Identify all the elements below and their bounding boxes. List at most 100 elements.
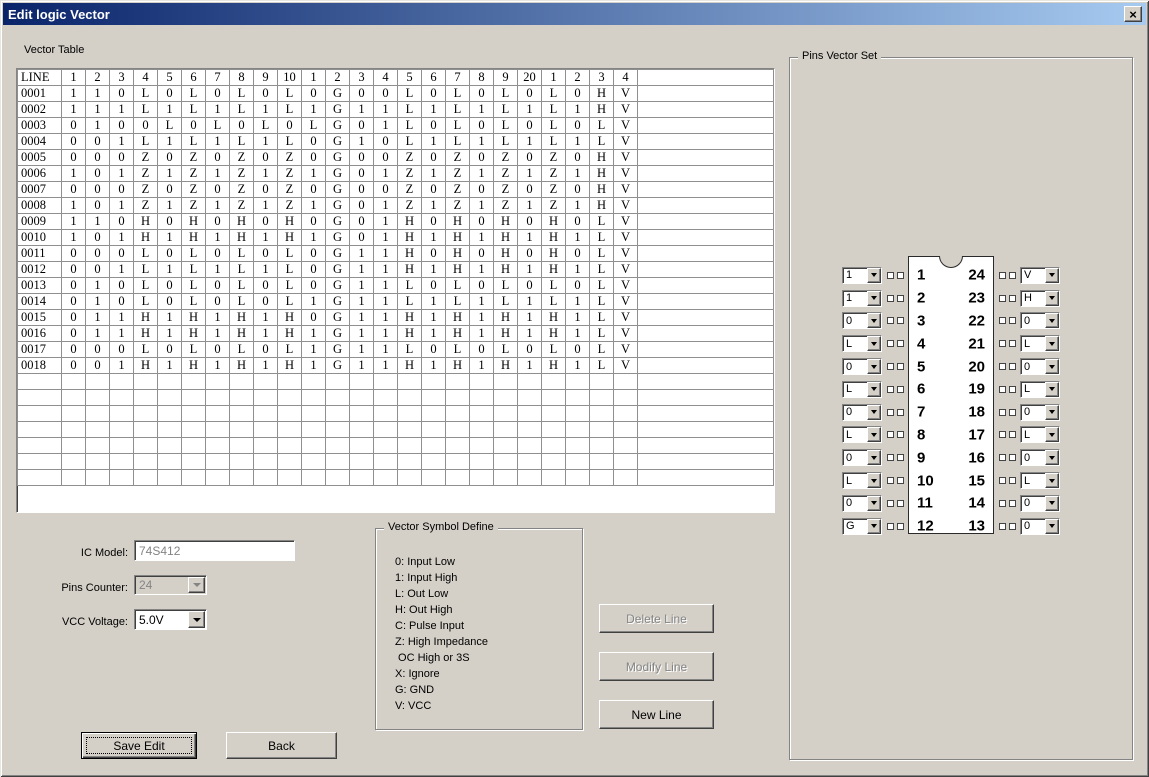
pin-7-vector-select[interactable]: 0 (842, 404, 882, 421)
vector-row[interactable]: 0006101Z1Z1Z1Z1G01Z1Z1Z1Z1HV (18, 166, 774, 182)
vector-cell: 0 (254, 342, 278, 358)
vector-row[interactable]: 0008101Z1Z1Z1Z1G01Z1Z1Z1Z1HV (18, 198, 774, 214)
vector-row[interactable]: 0009110H0H0H0H0G01H0H0H0H0LV (18, 214, 774, 230)
chevron-down-icon[interactable] (1045, 473, 1059, 488)
save-edit-button[interactable]: Save Edit (81, 732, 197, 759)
chevron-down-icon[interactable] (1045, 313, 1059, 328)
pin-13-vector-value: 0 (1021, 519, 1045, 534)
close-button[interactable]: × (1124, 6, 1142, 22)
chevron-down-icon[interactable] (1045, 427, 1059, 442)
blank-cell (158, 390, 182, 406)
symbol-define-line: 1: Input High (395, 570, 488, 586)
line-number-cell: 0013 (18, 278, 62, 294)
vector-row[interactable]: 0014010L0L0L0L1G11L1L1L1L1LV (18, 294, 774, 310)
chevron-down-icon[interactable] (867, 359, 881, 374)
chevron-down-icon[interactable] (867, 405, 881, 420)
chevron-down-icon[interactable] (1045, 382, 1059, 397)
blank-cell (398, 422, 422, 438)
pin-2-vector-select[interactable]: 1 (842, 290, 882, 307)
vector-row[interactable]: 0017000L0L0L0L1G11L0L0L0L0LV (18, 342, 774, 358)
chevron-down-icon[interactable] (867, 313, 881, 328)
vector-row[interactable]: 0010101H1H1H1H1G01H1H1H1H1LV (18, 230, 774, 246)
pin-4-vector-select[interactable]: L (842, 335, 882, 352)
blank-cell (398, 470, 422, 486)
vector-cell: H (494, 326, 518, 342)
vector-row[interactable]: 0007000Z0Z0Z0Z0G00Z0Z0Z0Z0HV (18, 182, 774, 198)
pin-16-vector-select[interactable]: 0 (1020, 449, 1060, 466)
chevron-down-icon[interactable] (867, 382, 881, 397)
chevron-down-icon[interactable] (867, 496, 881, 511)
blank-cell (62, 470, 86, 486)
vector-row[interactable]: 0015011H1H1H1H0G11H1H1H1H1LV (18, 310, 774, 326)
pin-3-vector-select[interactable]: 0 (842, 312, 882, 329)
pin-1-vector-select[interactable]: 1 (842, 267, 882, 284)
pin-connector-pad (1009, 340, 1016, 347)
pin-19-vector-select[interactable]: L (1020, 381, 1060, 398)
vector-cell: 0 (206, 278, 230, 294)
vector-row[interactable]: 0004001L1L1L1L0G10L1L1L1L1LV (18, 134, 774, 150)
vector-row[interactable]: 0002111L1L1L1L1G11L1L1L1L1HV (18, 102, 774, 118)
chevron-down-icon[interactable] (867, 450, 881, 465)
chevron-down-icon[interactable] (1045, 359, 1059, 374)
chevron-down-icon[interactable] (188, 611, 205, 628)
pin-17-vector-select[interactable]: L (1020, 426, 1060, 443)
vector-row[interactable]: 00030100L0L0L0LG01L0L0L0L0LV (18, 118, 774, 134)
vector-cell: 0 (86, 230, 110, 246)
chevron-down-icon[interactable] (1045, 336, 1059, 351)
vector-row[interactable]: 0011000L0L0L0L0G11H0H0H0H0LV (18, 246, 774, 262)
vcc-voltage-select[interactable]: 5.0V (134, 609, 207, 630)
vector-row[interactable]: 0016011H1H1H1H1G11H1H1H1H1LV (18, 326, 774, 342)
chevron-down-icon[interactable] (1045, 496, 1059, 511)
vector-cell: H (398, 262, 422, 278)
pin-14-vector-select[interactable]: 0 (1020, 495, 1060, 512)
vector-cell: Z (230, 198, 254, 214)
chevron-down-icon[interactable] (1045, 268, 1059, 283)
vector-cell: 0 (62, 262, 86, 278)
blank-cell (614, 438, 638, 454)
vector-cell: L (494, 278, 518, 294)
back-button[interactable]: Back (226, 732, 337, 759)
pin-22-vector-select[interactable]: 0 (1020, 312, 1060, 329)
chevron-down-icon[interactable] (1045, 291, 1059, 306)
pin-24-vector-select[interactable]: V (1020, 267, 1060, 284)
pin-5-vector-select[interactable]: 0 (842, 358, 882, 375)
pin-13-vector-select[interactable]: 0 (1020, 518, 1060, 535)
chevron-down-icon[interactable] (1045, 519, 1059, 534)
pin-20-vector-select[interactable]: 0 (1020, 358, 1060, 375)
pin-12-vector-select[interactable]: G (842, 518, 882, 535)
pin-15-vector-select[interactable]: L (1020, 472, 1060, 489)
pin-23-vector-value: H (1021, 291, 1045, 306)
new-line-button[interactable]: New Line (599, 700, 714, 729)
vector-cell: 1 (566, 310, 590, 326)
pin-18-vector-select[interactable]: 0 (1020, 404, 1060, 421)
pin-8-vector-select[interactable]: L (842, 426, 882, 443)
blank-cell (422, 390, 446, 406)
vector-cell: 0 (566, 150, 590, 166)
chevron-down-icon[interactable] (867, 427, 881, 442)
pin-10-vector-select[interactable]: L (842, 472, 882, 489)
vector-row[interactable]: 0013010L0L0L0L0G11L0L0L0L0LV (18, 278, 774, 294)
pin-11-vector-select[interactable]: 0 (842, 495, 882, 512)
vector-cell: H (446, 326, 470, 342)
vector-cell: 1 (518, 198, 542, 214)
pin-6-vector-select[interactable]: L (842, 381, 882, 398)
vector-cell: 1 (422, 230, 446, 246)
chevron-down-icon[interactable] (867, 291, 881, 306)
chevron-down-icon[interactable] (867, 336, 881, 351)
blank-cell (350, 470, 374, 486)
column-header-pin: 3 (350, 70, 374, 86)
vector-row[interactable]: 0012001L1L1L1L0G11H1H1H1H1LV (18, 262, 774, 278)
chevron-down-icon[interactable] (867, 473, 881, 488)
pin-21-vector-select[interactable]: L (1020, 335, 1060, 352)
chip-pin-labels: 817 (908, 424, 994, 447)
chevron-down-icon[interactable] (1045, 405, 1059, 420)
empty-row (18, 374, 774, 390)
chevron-down-icon[interactable] (867, 268, 881, 283)
chevron-down-icon[interactable] (867, 519, 881, 534)
pin-9-vector-select[interactable]: 0 (842, 449, 882, 466)
chevron-down-icon[interactable] (1045, 450, 1059, 465)
vector-row[interactable]: 0001110L0L0L0L0G00L0L0L0L0HV (18, 86, 774, 102)
vector-row[interactable]: 0005000Z0Z0Z0Z0G00Z0Z0Z0Z0HV (18, 150, 774, 166)
vector-row[interactable]: 0018001H1H1H1H1G11H1H1H1H1LV (18, 358, 774, 374)
pin-23-vector-select[interactable]: H (1020, 290, 1060, 307)
